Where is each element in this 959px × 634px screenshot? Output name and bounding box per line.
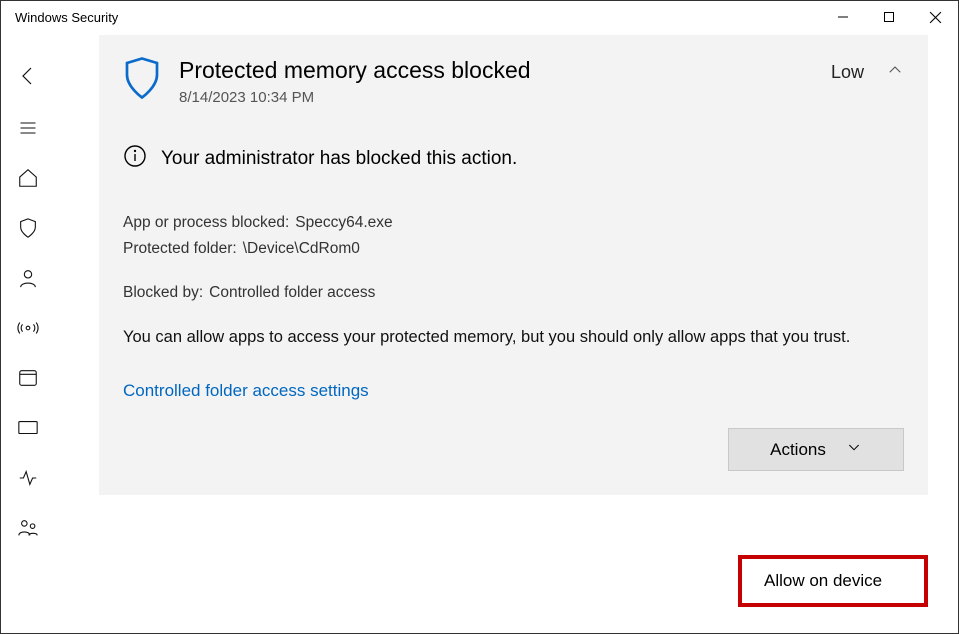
protected-folder-value: \Device\CdRom0 bbox=[243, 236, 360, 262]
protected-folder-label: Protected folder: bbox=[123, 236, 237, 262]
window-title: Windows Security bbox=[15, 10, 118, 25]
chevron-down-icon bbox=[846, 439, 862, 460]
minimize-button[interactable] bbox=[820, 1, 866, 33]
menu-button[interactable] bbox=[1, 103, 55, 153]
virus-protection-nav[interactable] bbox=[1, 203, 55, 253]
protected-folder-row: Protected folder: \Device\CdRom0 bbox=[123, 236, 904, 262]
family-options-nav[interactable] bbox=[1, 503, 55, 553]
blocked-by-label: Blocked by: bbox=[123, 280, 203, 306]
settings-link[interactable]: Controlled folder access settings bbox=[123, 377, 369, 406]
device-performance-nav[interactable] bbox=[1, 453, 55, 503]
alert-description: You can allow apps to access your protec… bbox=[123, 325, 904, 350]
window-controls bbox=[820, 1, 958, 33]
alert-card: Protected memory access blocked 8/14/202… bbox=[99, 35, 928, 495]
chevron-up-icon[interactable] bbox=[886, 61, 904, 84]
admin-blocked-message: Your administrator has blocked this acti… bbox=[161, 148, 517, 170]
info-icon bbox=[123, 144, 147, 174]
titlebar: Windows Security bbox=[1, 1, 958, 33]
alert-title: Protected memory access blocked bbox=[179, 57, 531, 85]
blocked-by-value: Controlled folder access bbox=[209, 280, 375, 306]
allow-on-device-menu-item[interactable]: Allow on device bbox=[738, 555, 928, 607]
card-header-left: Protected memory access blocked 8/14/202… bbox=[123, 57, 531, 106]
actions-label: Actions bbox=[770, 440, 826, 460]
firewall-nav[interactable] bbox=[1, 303, 55, 353]
actions-row: Actions bbox=[123, 428, 904, 471]
home-nav[interactable] bbox=[1, 153, 55, 203]
menu-item-label: Allow on device bbox=[764, 571, 882, 590]
close-button[interactable] bbox=[912, 1, 958, 33]
blocked-by-row: Blocked by: Controlled folder access bbox=[123, 280, 904, 306]
device-security-nav[interactable] bbox=[1, 403, 55, 453]
alert-timestamp: 8/14/2023 10:34 PM bbox=[179, 89, 531, 106]
alert-details: App or process blocked: Speccy64.exe Pro… bbox=[123, 210, 904, 407]
main-panel: Protected memory access blocked 8/14/202… bbox=[55, 33, 958, 633]
back-button[interactable] bbox=[1, 49, 55, 103]
maximize-button[interactable] bbox=[866, 1, 912, 33]
app-blocked-value: Speccy64.exe bbox=[295, 210, 392, 236]
app-blocked-row: App or process blocked: Speccy64.exe bbox=[123, 210, 904, 236]
actions-dropdown[interactable]: Actions bbox=[728, 428, 904, 471]
app-blocked-label: App or process blocked: bbox=[123, 210, 289, 236]
card-header-right: Low bbox=[831, 57, 904, 84]
content-area: Protected memory access blocked 8/14/202… bbox=[1, 33, 958, 633]
account-protection-nav[interactable] bbox=[1, 253, 55, 303]
app-browser-nav[interactable] bbox=[1, 353, 55, 403]
sidebar bbox=[1, 33, 55, 633]
card-header[interactable]: Protected memory access blocked 8/14/202… bbox=[123, 57, 904, 106]
severity-label: Low bbox=[831, 62, 864, 83]
admin-blocked-row: Your administrator has blocked this acti… bbox=[123, 144, 904, 174]
shield-icon bbox=[123, 57, 161, 104]
